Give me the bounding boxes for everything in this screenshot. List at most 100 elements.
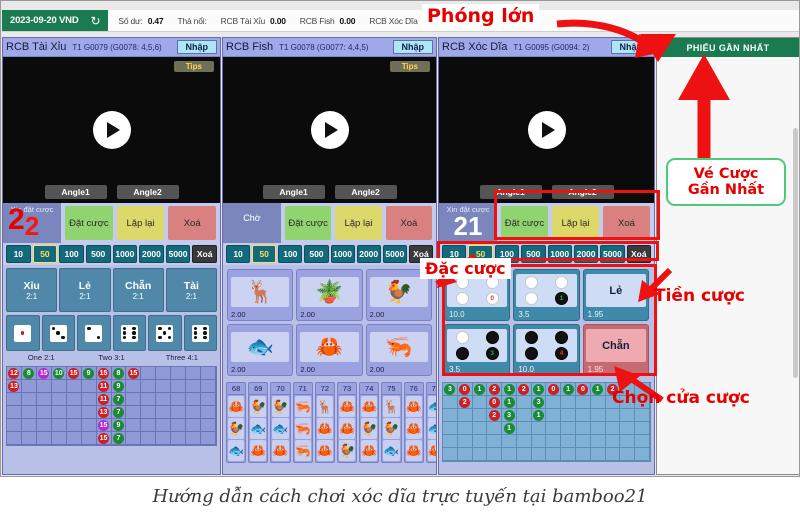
bet-option-le[interactable]: Lẻ 2:1 [59, 268, 111, 312]
roadmap-cell [156, 380, 172, 393]
bet-option-chan[interactable]: Chẵn 2:1 [112, 268, 164, 312]
place-bet-button[interactable]: Đặt cược [65, 206, 113, 240]
video-stream[interactable]: Tips Angle1 Angle2 [3, 57, 220, 203]
roadmap-cell [635, 448, 650, 461]
repeat-bet-button[interactable]: Lặp lại [335, 206, 382, 240]
roadmap-cell [457, 422, 473, 435]
chip-500[interactable]: 500 [304, 245, 329, 263]
chip-5000[interactable]: 5000 [600, 245, 625, 263]
chip-clear-button[interactable]: Xoá [192, 245, 217, 263]
roadmap-history-fish[interactable]: 68 🦀 🐓 🐟 69 🐓 🐟 🦀 70 🐓 🐟 🦀 71 🦐 🦐 🦐 72 🦌 🦀 🦀 73 🦀 🦀 🐓 74 🦀 🐓 🦀 75 🦌 🐓 🐟… [226, 382, 436, 463]
dice-bet-cell[interactable] [6, 315, 40, 351]
chip-1000[interactable]: 1000 [330, 245, 355, 263]
bet-option-1-white-3-black[interactable]: 3 3.5 [444, 324, 511, 376]
chip-10[interactable]: 10 [6, 245, 31, 263]
roadmap-cell [635, 409, 650, 422]
angle2-button[interactable]: Angle2 [334, 185, 397, 199]
roadmap-column: 75 🦌 🐓 🐟 [381, 382, 402, 463]
bet-option-tai[interactable]: Tài 2:1 [165, 268, 217, 312]
roadmap-result-icon: 🐟 [272, 418, 289, 439]
dice-bet-cell[interactable] [148, 315, 182, 351]
tips-button[interactable]: Tips [173, 61, 214, 72]
chip-5000[interactable]: 5000 [165, 245, 191, 263]
chip-500[interactable]: 500 [85, 245, 111, 263]
enter-button[interactable]: Nhập [176, 40, 217, 54]
die-face-5-icon [156, 324, 174, 342]
bet-option-gourd[interactable]: 🪴 2.00 [296, 269, 363, 321]
roadmap-result-icon: 🦀 [338, 396, 356, 417]
dice-bet-cell[interactable] [77, 315, 111, 351]
repeat-bet-button[interactable]: Lặp lại [116, 206, 165, 240]
roadmap-cell [141, 419, 157, 432]
chip-5000[interactable]: 5000 [382, 245, 407, 263]
roadmap-result-icon: 🐟 [427, 396, 436, 417]
bet-action-buttons: Đặt cược Lặp lại Xoá [281, 203, 436, 243]
bet-option-xiu[interactable]: Xỉu 2:1 [6, 268, 58, 312]
chip-2000[interactable]: 2000 [356, 245, 381, 263]
roadmap-cell [141, 393, 157, 406]
chip-500[interactable]: 500 [521, 245, 546, 263]
roadmap-cell [605, 409, 621, 422]
video-stream[interactable]: Tips Angle1 Angle2 [223, 57, 436, 203]
repeat-bet-button[interactable]: Lặp lại [552, 206, 599, 240]
roadmap-history-tai-xiu[interactable]: 12 8 15 10 15 9 15 8 15 13 11 9 11 7 13 7 15 9 15 7 [6, 366, 217, 446]
play-icon[interactable] [527, 111, 566, 149]
angle1-button[interactable]: Angle1 [479, 185, 542, 199]
clear-bet-button[interactable]: Xoá [603, 206, 650, 240]
roadmap-cell [171, 432, 187, 445]
bet-option-3-white-1-black[interactable]: 1 3.5 [513, 269, 580, 321]
dice-label-one: One 2:1 [27, 353, 55, 362]
chip-1000[interactable]: 1000 [547, 245, 572, 263]
bet-option-4-black[interactable]: 4 10.0 [513, 324, 580, 376]
chip-10[interactable]: 10 [226, 245, 251, 263]
chip-2000[interactable]: 2000 [573, 245, 599, 263]
sidebar-scrollbar[interactable] [793, 128, 798, 378]
roadmap-cell [443, 409, 458, 422]
bet-option-crab[interactable]: 🦀 2.00 [296, 324, 363, 376]
angle2-button[interactable]: Angle2 [116, 185, 179, 199]
place-bet-button[interactable]: Đặt cược [501, 206, 548, 240]
dice-bet-cell[interactable] [112, 315, 146, 351]
bet-option-shrimp[interactable]: 🦐 2.00 [365, 324, 432, 376]
dice-bet-cell[interactable] [183, 315, 217, 351]
chip-1000[interactable]: 1000 [112, 245, 138, 263]
tips-button[interactable]: Tips [389, 61, 430, 72]
roadmap-cell [7, 419, 22, 432]
chip-2000[interactable]: 2000 [139, 245, 164, 263]
roadmap-result-icon: 🦀 [405, 418, 422, 439]
place-bet-button[interactable]: Đặt cược [285, 206, 332, 240]
bet-option-fish[interactable]: 🐟 2.00 [227, 324, 294, 376]
roadmap-cell: 1 [502, 383, 517, 396]
clear-bet-button[interactable]: Xoá [168, 206, 217, 240]
dice-bet-cell[interactable] [41, 315, 75, 351]
roadmap-cell [546, 448, 562, 461]
chip-50[interactable]: 50 [252, 245, 277, 263]
bet-option-label: Xỉu [23, 279, 40, 292]
roadmap-bead: 0 [488, 396, 500, 408]
video-stream[interactable]: Angle1 Angle2 [439, 57, 654, 203]
roadmap-cell [443, 448, 458, 461]
roadmap-cell [51, 432, 67, 445]
chip-100[interactable]: 100 [278, 245, 303, 263]
roadmap-cell [516, 396, 532, 409]
play-icon[interactable] [310, 111, 349, 149]
enter-button[interactable]: Nhập [392, 40, 433, 54]
panel-title: RCB Tài Xỉu [6, 41, 67, 53]
clear-bet-button[interactable]: Xoá [385, 206, 432, 240]
roadmap-bead: 8 [112, 367, 124, 379]
chip-100[interactable]: 100 [59, 245, 84, 263]
annotation-bet-money: Tiền cược [654, 286, 745, 306]
roadmap-column-header: 73 [337, 383, 357, 395]
chip-clear-button[interactable]: Xoá [626, 245, 651, 263]
angle2-button[interactable]: Angle2 [551, 185, 614, 199]
roadmap-column-header: 70 [271, 383, 290, 395]
angle1-button[interactable]: Angle1 [262, 185, 325, 199]
roadmap-cell [487, 435, 503, 448]
play-icon[interactable] [92, 111, 131, 149]
angle1-button[interactable]: Angle1 [44, 185, 107, 199]
refresh-icon[interactable]: ↻ [91, 15, 101, 27]
bet-option-deer[interactable]: 🦌 2.00 [227, 269, 294, 321]
chip-50[interactable]: 50 [32, 245, 58, 263]
roadmap-cell: 2 [487, 383, 503, 396]
coin-white [455, 292, 469, 306]
